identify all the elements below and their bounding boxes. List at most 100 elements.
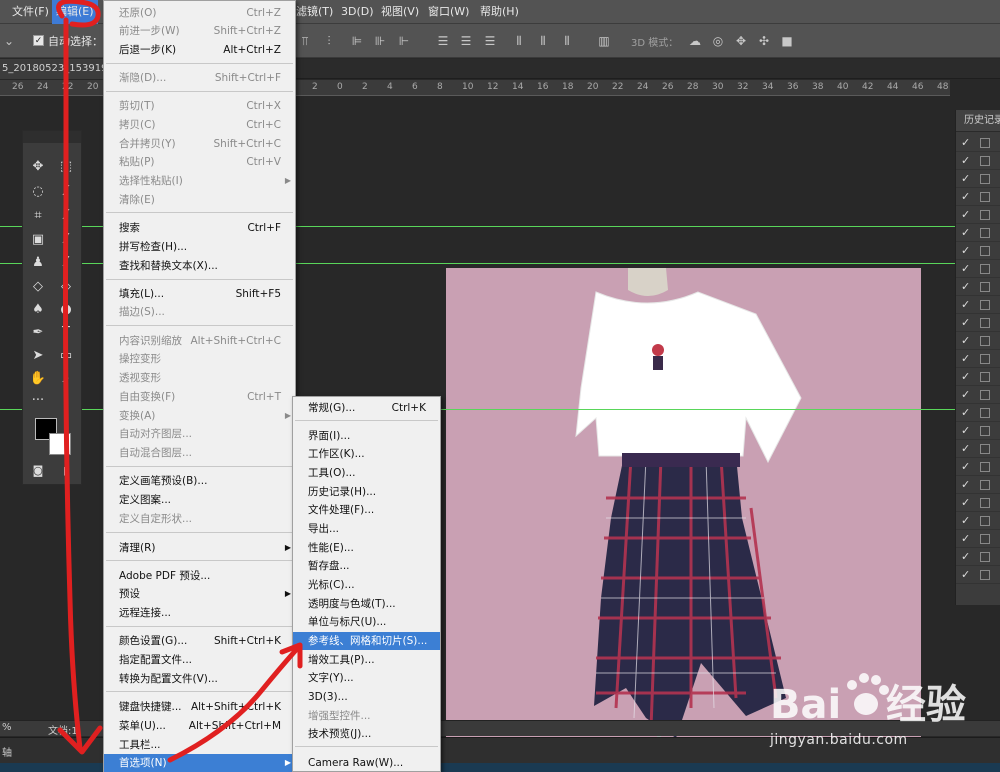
preferences-menu-item[interactable]: 参考线、网格和切片(S)...: [293, 632, 440, 650]
3d-scale-icon[interactable]: ■: [780, 34, 794, 48]
history-row[interactable]: ✓: [956, 458, 1000, 476]
path-select-icon[interactable]: ➤: [28, 346, 48, 366]
history-row[interactable]: ✓: [956, 350, 1000, 368]
history-row[interactable]: ✓: [956, 260, 1000, 278]
align-right-icon[interactable]: ⊩: [397, 34, 411, 48]
preferences-menu-item[interactable]: 性能(E)...: [293, 539, 440, 557]
menu-file[interactable]: 文件(F): [12, 0, 49, 24]
edit-menu-item[interactable]: 渐隐(D)... Shift+Ctrl+F: [104, 69, 295, 87]
menu-edit[interactable]: 编辑(E): [52, 0, 98, 24]
edit-menu-item[interactable]: 还原(O) Ctrl+Z: [104, 4, 295, 22]
3d-slide-icon[interactable]: ✣: [757, 34, 771, 48]
history-row[interactable]: ✓: [956, 152, 1000, 170]
timeline-label[interactable]: 轴: [2, 744, 12, 759]
history-row[interactable]: ✓: [956, 332, 1000, 350]
edit-menu-item[interactable]: 填充(L)... Shift+F5: [104, 285, 295, 303]
preferences-menu-item[interactable]: 工作区(K)...: [293, 445, 440, 463]
history-row[interactable]: ✓: [956, 278, 1000, 296]
distribute-hcenter-icon[interactable]: ⦀: [536, 34, 550, 48]
3d-orbit-icon[interactable]: ☁: [688, 34, 702, 48]
edit-menu-item[interactable]: 清除(E): [104, 191, 295, 209]
eyedropper-icon[interactable]: ⁄: [56, 206, 76, 226]
shape-icon[interactable]: ▭: [56, 346, 76, 366]
edit-menu-item[interactable]: 自动对齐图层...: [104, 425, 295, 443]
preferences-menu-item[interactable]: 常规(G)... Ctrl+K: [293, 399, 440, 417]
preferences-menu-item[interactable]: 增效工具(P)...: [293, 651, 440, 669]
pen-icon[interactable]: ✒: [28, 323, 48, 343]
edit-menu-item[interactable]: 定义图案...: [104, 491, 295, 509]
edit-menu-item[interactable]: 搜索 Ctrl+F: [104, 219, 295, 237]
marquee-icon[interactable]: ⬚: [56, 157, 76, 177]
eraser-icon[interactable]: ◇: [28, 277, 48, 297]
edit-menu-item[interactable]: 远程连接...: [104, 604, 295, 622]
edit-menu-item[interactable]: 转换为配置文件(V)...: [104, 670, 295, 688]
edit-menu-item[interactable]: 自动混合图层...: [104, 444, 295, 462]
align-top-icon[interactable]: ⫪: [298, 34, 312, 48]
edit-menu-item[interactable]: Adobe PDF 预设...: [104, 567, 295, 585]
edit-menu-item[interactable]: 剪切(T) Ctrl+X: [104, 97, 295, 115]
type-icon[interactable]: T: [56, 323, 76, 343]
history-row[interactable]: ✓: [956, 440, 1000, 458]
auto-align-icon[interactable]: ▥: [597, 34, 611, 48]
distribute-vcenter-icon[interactable]: ☰: [459, 34, 473, 48]
history-row[interactable]: ✓: [956, 206, 1000, 224]
zoom-icon[interactable]: ⌕: [56, 369, 76, 389]
edit-menu-item[interactable]: 拼写检查(H)...: [104, 238, 295, 256]
tools-panel-header[interactable]: [23, 131, 81, 143]
background-color-swatch[interactable]: [49, 433, 71, 455]
edit-menu-item[interactable]: 自由变换(F) Ctrl+T: [104, 388, 295, 406]
preferences-menu-item[interactable]: 透明度与色域(T)...: [293, 595, 440, 613]
preferences-menu-item[interactable]: 历史记录(H)...: [293, 483, 440, 501]
edit-menu-item[interactable]: 选择性粘贴(I) ▶: [104, 172, 295, 190]
history-row[interactable]: ✓: [956, 368, 1000, 386]
history-row[interactable]: ✓: [956, 566, 1000, 584]
history-row[interactable]: ✓: [956, 134, 1000, 152]
distribute-right-icon[interactable]: ⦀: [560, 34, 574, 48]
edit-menu-item[interactable]: 颜色设置(G)... Shift+Ctrl+K: [104, 632, 295, 650]
auto-select-checkbox[interactable]: ✓: [33, 35, 44, 46]
preferences-menu-item[interactable]: 技术预览(J)...: [293, 725, 440, 743]
move-icon[interactable]: ✥: [28, 157, 48, 177]
preferences-menu-item[interactable]: 3D(3)...: [293, 688, 440, 706]
blur-icon[interactable]: ♠: [28, 300, 48, 320]
edit-menu-item[interactable]: 描边(S)...: [104, 303, 295, 321]
dodge-icon[interactable]: ●: [56, 300, 76, 320]
edit-menu-item[interactable]: 清理(R) ▶: [104, 539, 295, 557]
edit-menu-item[interactable]: 后退一步(K) Alt+Ctrl+Z: [104, 41, 295, 59]
magic-wand-icon[interactable]: ⁄: [56, 182, 76, 202]
preferences-menu-item[interactable]: 暂存盘...: [293, 557, 440, 575]
menu-3d[interactable]: 3D(D): [341, 0, 374, 24]
chevron-down-icon[interactable]: ⌄: [2, 34, 16, 48]
history-row[interactable]: ✓: [956, 530, 1000, 548]
document-tab[interactable]: 5_20180523_153919: [0, 59, 120, 79]
lasso-icon[interactable]: ◌: [28, 182, 48, 202]
crop-icon[interactable]: ⌗: [28, 206, 48, 226]
edit-menu-item[interactable]: 定义画笔预设(B)...: [104, 472, 295, 490]
edit-menu-item[interactable]: 定义自定形状...: [104, 510, 295, 528]
align-left-icon[interactable]: ⊫: [350, 34, 364, 48]
more-icon[interactable]: ···: [28, 391, 48, 411]
history-row[interactable]: ✓: [956, 548, 1000, 566]
align-hcenter-icon[interactable]: ⊪: [373, 34, 387, 48]
history-row[interactable]: ✓: [956, 170, 1000, 188]
preferences-menu-item[interactable]: Camera Raw(W)...: [293, 754, 440, 772]
edit-menu-item[interactable]: 合并拷贝(Y) Shift+Ctrl+C: [104, 135, 295, 153]
menu-filter[interactable]: 滤镜(T): [296, 0, 333, 24]
gradient-icon[interactable]: ◇: [56, 277, 76, 297]
preferences-menu-item[interactable]: 导出...: [293, 520, 440, 538]
history-row[interactable]: ✓: [956, 422, 1000, 440]
history-row[interactable]: ✓: [956, 224, 1000, 242]
edit-menu-item[interactable]: 首选项(N) ▶: [104, 754, 295, 772]
brush-icon[interactable]: ⁄: [56, 230, 76, 250]
preferences-menu-item[interactable]: 文字(Y)...: [293, 669, 440, 687]
history-brush-icon[interactable]: ⁄: [56, 253, 76, 273]
history-row[interactable]: ✓: [956, 404, 1000, 422]
history-row[interactable]: ✓: [956, 242, 1000, 260]
distribute-left-icon[interactable]: ⦀: [512, 34, 526, 48]
edit-menu-item[interactable]: 键盘快捷键... Alt+Shift+Ctrl+K: [104, 698, 295, 716]
history-panel-title[interactable]: 历史记录: [956, 110, 1000, 132]
preferences-menu-item[interactable]: 工具(O)...: [293, 464, 440, 482]
edit-menu-item[interactable]: 预设 ▶: [104, 585, 295, 603]
3d-roll-icon[interactable]: ◎: [711, 34, 725, 48]
document-info[interactable]: 文档:1: [48, 722, 78, 737]
